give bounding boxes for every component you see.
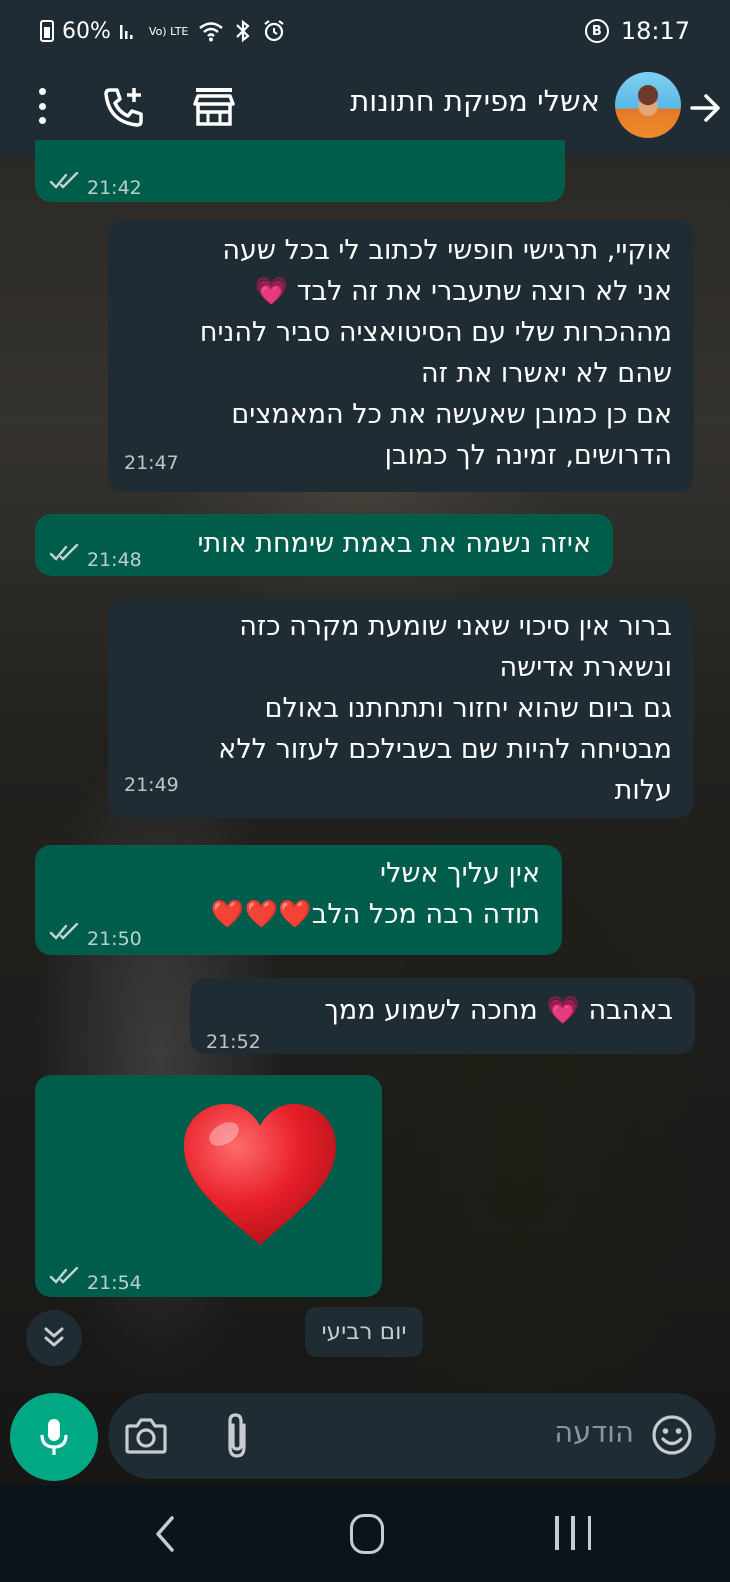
message-time: 21:50 [87, 928, 142, 950]
message-text-line: באהבה 💗 מחכה לשמוע ממך [324, 995, 673, 1026]
attach-icon[interactable] [220, 1411, 254, 1461]
read-ticks-icon [49, 544, 79, 561]
message-bubble-outgoing[interactable]: איזה נשמה את באמת שימחת אותי 21:48 [35, 514, 613, 576]
message-text-line: עלות [614, 775, 672, 806]
message-bubble-incoming[interactable]: באהבה 💗 מחכה לשמוע ממך 21:52 [190, 978, 695, 1054]
heart-emoji-icon [184, 1104, 336, 1245]
status-bar: 60% Vo) LTE B 18:17 [0, 0, 730, 62]
signal-icon [119, 25, 133, 39]
battery-icon [40, 20, 54, 42]
contact-name[interactable]: אשלי מפיקת חתונות [350, 84, 600, 118]
day-separator: יום רביעי [305, 1307, 423, 1357]
message-bubble-outgoing[interactable]: אין עליך אשלי תודה רבה מכל הלב❤️❤️❤️ 21:… [35, 845, 562, 955]
read-ticks-icon [49, 923, 79, 940]
system-nav-bar [0, 1488, 730, 1582]
message-text-line: אין עליך אשלי [380, 858, 540, 889]
camera-icon[interactable] [124, 1415, 168, 1457]
message-time: 21:42 [87, 177, 142, 199]
emoji-icon[interactable] [650, 1413, 694, 1457]
double-chevron-down-icon [44, 1327, 64, 1347]
message-bubble-outgoing[interactable]: 21:42 [35, 140, 565, 202]
add-call-icon[interactable] [100, 84, 148, 130]
alarm-icon [264, 20, 285, 42]
nav-back-icon[interactable] [150, 1512, 180, 1556]
message-time: 21:54 [87, 1272, 142, 1294]
more-vert-icon[interactable] [30, 84, 54, 128]
message-text-line: הדרושים, זמינה לך כמובן [384, 440, 672, 471]
message-text-line: אני לא רוצה שתעברי את זה לבד 💗 [254, 276, 672, 307]
message-bubble-incoming[interactable]: אוקיי, תרגישי חופשי לכתוב לי בכל שעה אני… [108, 220, 694, 492]
bluetooth-icon [236, 19, 251, 43]
read-ticks-icon [49, 172, 79, 189]
wifi-icon [199, 22, 224, 42]
message-composer[interactable]: הודעה [108, 1393, 716, 1479]
message-input[interactable]: הודעה [554, 1415, 634, 1449]
read-ticks-icon [49, 1267, 79, 1284]
message-time: 21:47 [124, 452, 179, 474]
message-text-line: אם כן כמובן שאעשה את כל המאמצים [231, 399, 672, 430]
store-icon[interactable] [190, 84, 238, 130]
message-time: 21:52 [206, 1031, 261, 1053]
b-circle-icon: B [584, 19, 609, 43]
message-text-line: ונשארת אדישה [499, 652, 672, 683]
message-text-line: מההכרות שלי עם הסיטואציה סביר להניח [199, 317, 672, 348]
message-bubble-incoming[interactable]: ברור אין סיכוי שאני שומעת מקרה כזה ונשאר… [108, 598, 694, 818]
back-arrow-icon[interactable] [688, 88, 722, 128]
volte-icon: Vo) LTE [148, 24, 189, 38]
message-text-line: אוקיי, תרגישי חופשי לכתוב לי בכל שעה [222, 235, 672, 266]
clock: 18:17 [620, 17, 690, 45]
message-text-line: גם ביום שהוא יחזור ותתחתנו באולם [264, 693, 672, 724]
nav-home-icon[interactable] [350, 1514, 384, 1554]
message-text-line: מבטיחה להיות שם בשבילכם לעזור ללא [218, 734, 672, 765]
mic-button[interactable] [10, 1393, 98, 1481]
status-right: B 18:17 [584, 17, 690, 45]
message-text-line: ברור אין סיכוי שאני שומעת מקרה כזה [239, 611, 672, 642]
scroll-to-bottom-button[interactable] [26, 1310, 82, 1366]
nav-recents-icon[interactable] [555, 1516, 591, 1550]
status-icons: Vo) LTE [119, 19, 286, 43]
battery-percent: 60% [62, 18, 111, 44]
message-text-line: שהם לא יאשרו את זה [420, 358, 672, 389]
mic-icon [40, 1419, 68, 1455]
status-left: 60% Vo) LTE [40, 19, 286, 44]
message-time: 21:49 [124, 774, 179, 796]
message-time: 21:48 [87, 549, 142, 571]
avatar[interactable] [615, 72, 681, 138]
